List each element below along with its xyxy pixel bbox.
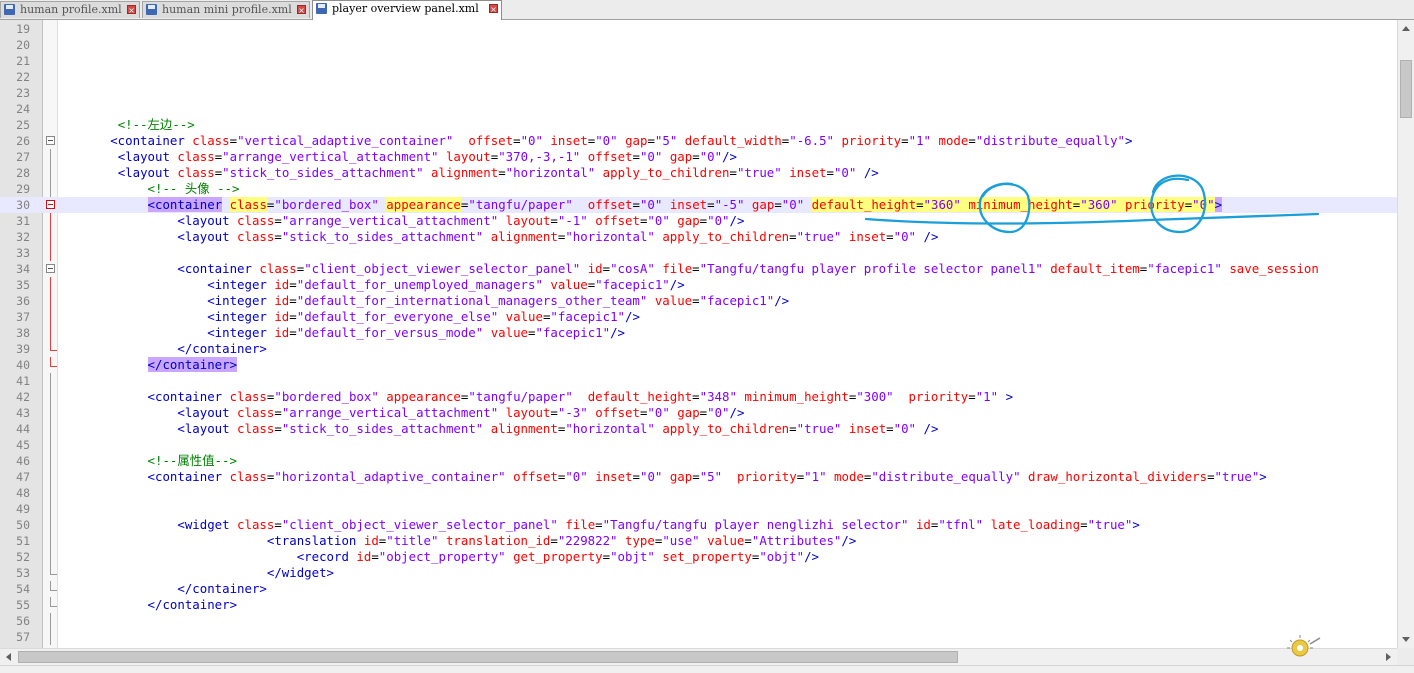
horizontal-scroll-thumb[interactable] bbox=[18, 651, 958, 663]
scroll-down-arrow-icon[interactable] bbox=[1398, 631, 1414, 648]
tab-bar: human profile.xml × human mini profile.xml… bbox=[0, 0, 1414, 20]
tab-2[interactable]: human mini profile.xml × bbox=[142, 1, 310, 18]
tab-label: human mini profile.xml bbox=[162, 3, 292, 16]
floppy-disk-icon bbox=[4, 4, 15, 15]
vertical-scroll-thumb[interactable] bbox=[1400, 60, 1412, 118]
annotation-circle-minimum-height bbox=[1150, 174, 1207, 234]
tab-1[interactable]: human profile.xml × bbox=[0, 1, 140, 18]
annotation-circle-default-height bbox=[978, 182, 1031, 234]
tab-close-icon[interactable]: × bbox=[127, 5, 136, 15]
tab-close-icon[interactable]: × bbox=[297, 5, 306, 15]
tab-label: player overview panel.xml bbox=[332, 2, 479, 15]
scroll-left-arrow-icon[interactable] bbox=[0, 649, 17, 665]
tab-label: human profile.xml bbox=[20, 3, 122, 16]
scroll-up-arrow-icon[interactable] bbox=[1398, 20, 1414, 37]
code-editor[interactable]: 19 20 21 22 23 24 25 <!--左边--> 26 <container cl… bbox=[0, 20, 1397, 648]
horizontal-scrollbar[interactable] bbox=[0, 648, 1397, 665]
annotation-underline bbox=[864, 212, 1320, 225]
watermark-logo-icon bbox=[1287, 635, 1321, 657]
scroll-right-arrow-icon[interactable] bbox=[1380, 649, 1397, 665]
tab-close-icon[interactable]: × bbox=[489, 4, 498, 14]
hand-drawn-annotation bbox=[864, 174, 1320, 234]
scrollbar-corner bbox=[1397, 648, 1414, 665]
floppy-disk-icon bbox=[316, 3, 327, 14]
floppy-disk-icon bbox=[146, 4, 157, 15]
tab-3[interactable]: player overview panel.xml × bbox=[312, 0, 502, 20]
vertical-scrollbar[interactable] bbox=[1397, 20, 1414, 648]
